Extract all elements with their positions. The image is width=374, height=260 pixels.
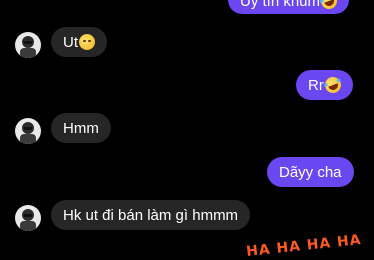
message-text: Hmm [63, 120, 99, 137]
message-bubble-outgoing[interactable]: Rr [296, 70, 353, 100]
rolling-laughing-emoji-icon [318, 0, 340, 12]
message-bubble-incoming[interactable]: Hk ut đi bán làm gì hmmm [51, 200, 251, 230]
holding-back-tears-emoji-icon [79, 34, 95, 50]
message-bubble-incoming[interactable]: Ut [51, 27, 107, 57]
message-text: Ut [63, 34, 78, 51]
message-bubble-incoming[interactable]: Hmm [51, 113, 111, 143]
rolling-laughing-emoji-icon [322, 74, 344, 96]
message-text: Rr [308, 77, 324, 94]
message-text: Dãyy cha [279, 164, 342, 181]
message-bubble-outgoing[interactable]: Uy tín khum [228, 0, 350, 14]
message-bubble-outgoing[interactable]: Dãyy cha [267, 157, 354, 187]
avatar[interactable] [15, 32, 41, 58]
avatar[interactable] [15, 118, 41, 144]
avatar[interactable] [15, 205, 41, 231]
message-text: Hk ut đi bán làm gì hmmm [63, 207, 239, 224]
haha-sticker[interactable]: HA HA HA HA [245, 232, 362, 260]
message-text: Uy tín khum [240, 0, 321, 10]
